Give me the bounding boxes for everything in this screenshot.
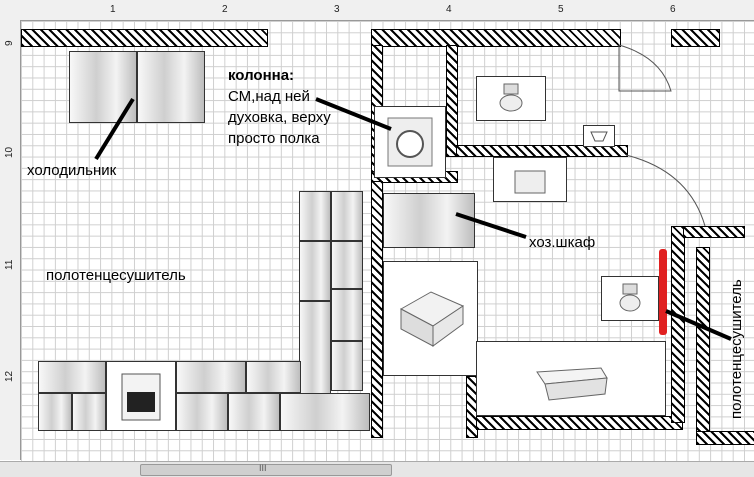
annotation-lines [94, 44, 732, 341]
scrollbar-thumb[interactable]: III [140, 463, 392, 476]
ruler-tick: 2 [222, 4, 228, 15]
utility-cabinet-label: хоз.шкаф [529, 234, 596, 251]
ruler-tick: 10 [4, 146, 15, 158]
column-note-line: СМ,над ней [228, 88, 310, 105]
cabinet-pointer-line [455, 212, 527, 239]
top-ruler: 1 2 3 4 5 6 [0, 0, 754, 21]
door-swing [618, 44, 672, 92]
floor-plan-canvas[interactable]: холодильник полотенцесушитель колонна: С… [21, 21, 754, 461]
fridge-pointer-line [94, 97, 135, 161]
ruler-tick: 11 [4, 259, 15, 270]
ruler-tick: 4 [446, 4, 452, 15]
left-ruler: 9 10 11 12 [0, 20, 21, 460]
ruler-tick: 5 [558, 4, 564, 15]
horizontal-scrollbar[interactable]: III [0, 461, 754, 477]
ruler-tick: 12 [4, 370, 15, 382]
fridge-label: холодильник [27, 162, 117, 179]
ruler-tick: 1 [110, 4, 116, 15]
column-note-line: духовка, верху [228, 109, 331, 126]
ruler-tick: 9 [4, 40, 15, 46]
column-note-line: просто полка [228, 130, 320, 147]
column-note-title: колонна: [228, 67, 295, 84]
ruler-tick: 6 [670, 4, 676, 15]
towel-dryer-label-right: полотенцесушитель [728, 279, 745, 419]
towel-dryer-label-left: полотенцесушитель [46, 267, 186, 284]
ruler-tick: 3 [334, 4, 340, 15]
scrollbar-grip: III [259, 463, 267, 473]
door-swing [625, 154, 706, 227]
heater-pointer-line [665, 309, 732, 341]
